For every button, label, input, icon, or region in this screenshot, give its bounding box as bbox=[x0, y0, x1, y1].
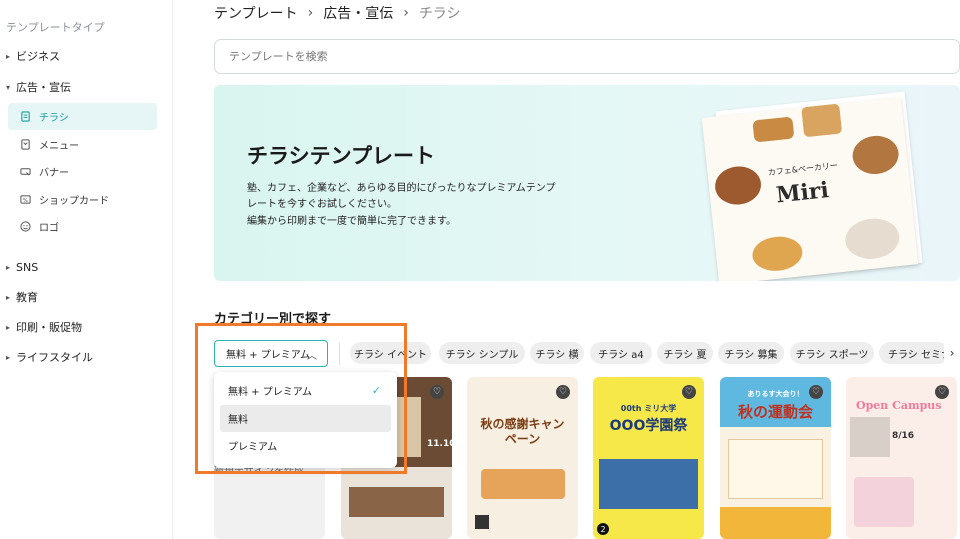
divider bbox=[339, 342, 340, 365]
template-card[interactable]: 秋の感謝キャンペーン ♡ bbox=[467, 377, 578, 539]
sidebar-subitem-banner[interactable]: バナー bbox=[8, 158, 157, 185]
sidebar-item-label: 教育 bbox=[16, 291, 38, 304]
heart-icon[interactable]: ♡ bbox=[935, 385, 949, 399]
menu-icon bbox=[21, 139, 30, 150]
dropdown-option-free[interactable]: 無料 bbox=[220, 405, 391, 432]
shop-card-icon: % bbox=[20, 195, 31, 204]
pancake-image bbox=[752, 116, 795, 143]
flyer-preview-image: カフェ&ベーカリー Miri bbox=[701, 91, 938, 281]
caret-right-icon: ▸ bbox=[6, 292, 11, 302]
heart-icon[interactable]: ♡ bbox=[809, 385, 823, 399]
sidebar-item-education[interactable]: ▸ 教育 bbox=[6, 287, 38, 307]
dropdown-option-label: 無料 + プレミアム bbox=[228, 387, 313, 398]
category-chip[interactable]: チラシ 夏 bbox=[657, 342, 713, 364]
price-filter-select[interactable]: 無料 + プレミアム ︿ bbox=[214, 340, 328, 367]
sidebar-item-lifestyle[interactable]: ▸ ライフスタイル bbox=[6, 347, 93, 367]
category-chip[interactable]: チラシ スポーツ bbox=[790, 342, 874, 364]
sidebar-item-label: 広告・宣伝 bbox=[16, 81, 71, 94]
breadcrumb-item[interactable]: 広告・宣伝 bbox=[323, 3, 393, 23]
category-chip[interactable]: チラシ 横 bbox=[530, 342, 584, 364]
chevron-right-icon: › bbox=[307, 5, 314, 21]
caret-down-icon: ▾ bbox=[6, 82, 11, 92]
sidebar-item-label: ビジネス bbox=[16, 50, 60, 63]
sidebar-item-label: ライフスタイル bbox=[16, 351, 93, 364]
banner-title: チラシテンプレート bbox=[247, 144, 435, 168]
category-chip[interactable]: チラシ シンプル bbox=[439, 342, 525, 364]
pancake-stack-image bbox=[750, 234, 805, 274]
sidebar-subitem-flyer[interactable]: チラシ bbox=[8, 103, 157, 130]
dropdown-option-premium[interactable]: プレミアム bbox=[220, 432, 391, 459]
caret-right-icon: ▸ bbox=[6, 352, 11, 362]
sidebar-subitem-label: ショップカード bbox=[39, 196, 109, 207]
banner-description-line: レートを今すぐお試しください。 bbox=[247, 199, 397, 210]
sidebar-item-print[interactable]: ▸ 印刷・販促物 bbox=[6, 317, 82, 337]
template-card[interactable]: ありるす大会り！ 秋の運動会 ♡ bbox=[720, 377, 831, 539]
sidebar-item-business[interactable]: ▸ ビジネス bbox=[6, 46, 60, 66]
sidebar-item-advertising[interactable]: ▾ 広告・宣伝 bbox=[6, 77, 71, 97]
sidebar-subitem-label: チラシ bbox=[39, 113, 69, 124]
sidebar: テンプレートタイプ ▸ ビジネス ▾ 広告・宣伝 チラシ メニュー バナー % … bbox=[0, 0, 173, 539]
banner-icon bbox=[20, 168, 31, 176]
chevron-right-icon: › bbox=[403, 5, 409, 21]
sidebar-subitem-label: ロゴ bbox=[39, 223, 59, 234]
caret-right-icon: ▸ bbox=[6, 322, 11, 332]
flyer-icon bbox=[21, 111, 30, 122]
caret-right-icon: ▸ bbox=[6, 51, 11, 61]
category-chip[interactable]: チラシ 募集 bbox=[718, 342, 784, 364]
sidebar-item-label: 印刷・販促物 bbox=[16, 321, 82, 334]
banner-description-line: 塾、カフェ、企業など、あらゆる目的にぴったりなプレミアムテンプ bbox=[247, 183, 556, 194]
logo-icon bbox=[20, 221, 31, 232]
bundt-cake-image bbox=[713, 164, 763, 207]
search-input[interactable] bbox=[214, 39, 960, 74]
page-count-badge: 2 bbox=[597, 523, 609, 535]
breadcrumb-item[interactable]: テンプレート bbox=[214, 3, 298, 23]
template-card[interactable]: 00th ミリ大学 OOO学園祭 2 ♡ bbox=[593, 377, 704, 539]
sidebar-item-sns[interactable]: ▸ SNS bbox=[6, 257, 38, 277]
dropdown-option-label: 無料 bbox=[228, 415, 248, 426]
card-subtitle: 00th ミリ大学 bbox=[620, 404, 677, 413]
card-title: 秋の運動会 bbox=[737, 403, 813, 421]
tart-image bbox=[850, 133, 901, 177]
breadcrumb-current: チラシ bbox=[418, 6, 461, 22]
sidebar-subitem-label: メニュー bbox=[39, 141, 79, 152]
card-title: Open Campus bbox=[856, 399, 942, 412]
breadcrumb: テンプレート › 広告・宣伝 › チラシ bbox=[214, 3, 461, 23]
qr-code-image bbox=[475, 515, 489, 529]
chevron-right-icon[interactable]: › bbox=[944, 342, 960, 364]
category-chip[interactable]: チラシ セミナー bbox=[879, 342, 949, 364]
sidebar-item-label: SNS bbox=[16, 260, 39, 274]
hero-banner: チラシテンプレート 塾、カフェ、企業など、あらゆる目的にぴったりなプレミアムテン… bbox=[214, 85, 960, 281]
banner-description-line: 編集から印刷まで一度で簡単に完了できます。 bbox=[247, 216, 456, 227]
card-subtitle: 8/16 bbox=[892, 431, 915, 441]
caret-right-icon: ▸ bbox=[6, 262, 11, 272]
check-icon: ✓ bbox=[371, 384, 381, 397]
cake-image bbox=[801, 103, 843, 138]
sidebar-subitem-label: バナー bbox=[39, 168, 69, 179]
dropdown-option-label: プレミアム bbox=[228, 442, 278, 453]
price-filter-value: 無料 + プレミアム bbox=[226, 350, 311, 361]
template-card[interactable]: Open Campus 8/16 ♡ bbox=[846, 377, 957, 539]
french-toast-image bbox=[843, 216, 902, 262]
dropdown-option-free-premium[interactable]: 無料 + プレミアム ✓ bbox=[220, 377, 391, 404]
heart-icon[interactable]: ♡ bbox=[682, 385, 696, 399]
chevron-up-icon: ︿ bbox=[307, 351, 317, 362]
sidebar-subitem-shop-card[interactable]: % ショップカード bbox=[8, 186, 157, 213]
card-title: 秋の感謝キャンペーン bbox=[480, 417, 565, 446]
category-chip[interactable]: チラシ a4 bbox=[590, 342, 652, 364]
category-chip[interactable]: チラシ イベント bbox=[350, 342, 431, 364]
sidebar-title: テンプレートタイプ bbox=[6, 21, 105, 34]
sidebar-subitem-menu[interactable]: メニュー bbox=[8, 131, 157, 158]
flyer-cafe-text: カフェ&ベーカリー bbox=[767, 160, 839, 178]
svg-text:%: % bbox=[23, 198, 28, 204]
category-section-title: カテゴリー別で探す bbox=[214, 312, 332, 327]
price-filter-dropdown: 無料 + プレミアム ✓ 無料 プレミアム bbox=[214, 372, 397, 468]
card-title: OOO学園祭 bbox=[609, 418, 688, 434]
heart-icon[interactable]: ♡ bbox=[430, 385, 444, 399]
sidebar-subitem-logo[interactable]: ロゴ bbox=[8, 213, 157, 240]
card-subtitle: 11.10 bbox=[427, 439, 452, 449]
heart-icon[interactable]: ♡ bbox=[556, 385, 570, 399]
flyer-brand-text: Miri bbox=[774, 177, 831, 209]
